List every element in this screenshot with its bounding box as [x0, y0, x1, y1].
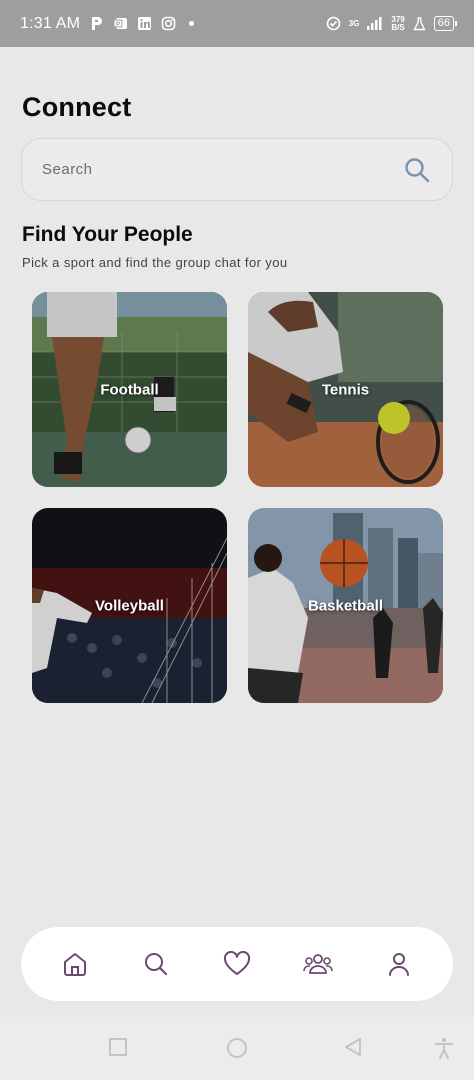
search-placeholder: Search — [42, 161, 93, 178]
powerpoint-app-icon: P — [113, 18, 128, 29]
heart-icon — [223, 951, 250, 975]
sport-card-label: Football — [100, 381, 159, 398]
status-left: 1:31 AM P — [20, 14, 195, 33]
group-icon — [302, 954, 333, 974]
bottom-nav — [21, 927, 453, 1001]
home-circle-icon — [227, 1038, 247, 1058]
instagram-app-icon — [161, 16, 176, 31]
nav-search[interactable] — [136, 944, 176, 984]
svg-text:P: P — [116, 22, 120, 28]
nav-groups[interactable] — [298, 944, 338, 984]
accessibility-button[interactable] — [434, 1037, 454, 1064]
back-button[interactable] — [343, 1037, 363, 1062]
pocket-app-icon — [92, 17, 103, 30]
search-icon — [145, 953, 168, 976]
nav-profile[interactable] — [379, 944, 419, 984]
network-speed-unit: B/S — [391, 22, 405, 32]
recent-apps-button[interactable] — [108, 1037, 128, 1062]
accessibility-icon — [435, 1037, 453, 1059]
sport-card-tennis[interactable]: Tennis — [248, 292, 443, 487]
page-title: Connect — [22, 92, 132, 122]
signal-bars-icon — [367, 17, 382, 30]
section-title: Find Your People — [22, 223, 193, 246]
section-subtitle: Pick a sport and find the group chat for… — [22, 255, 288, 270]
home-icon — [64, 953, 87, 976]
notification-dot-icon — [189, 21, 195, 26]
linkedin-app-icon — [138, 17, 152, 30]
user-icon — [388, 953, 409, 976]
status-time: 1:31 AM — [20, 14, 81, 32]
network-type-label: 3G — [348, 18, 360, 28]
status-right: 3G 379 B/S 66 — [326, 15, 458, 32]
sport-card-label: Tennis — [321, 381, 370, 398]
search-button[interactable] — [402, 155, 432, 185]
nav-home[interactable] — [55, 944, 95, 984]
status-bar: 1:31 AM P 3G 379 B/S 66 — [0, 0, 474, 47]
sport-card-label: Basketball — [307, 597, 384, 614]
sport-card-label: Volleyball — [95, 597, 164, 614]
network-speed: 379 B/S — [391, 15, 405, 32]
search-input[interactable]: Search — [21, 138, 453, 201]
sport-card-basketball[interactable]: Basketball — [248, 508, 443, 703]
battery-indicator: 66 — [433, 16, 458, 31]
sport-card-football[interactable]: Football — [32, 292, 227, 487]
nav-favorites[interactable] — [217, 944, 257, 984]
system-nav-bar — [0, 1017, 474, 1080]
back-icon — [345, 1038, 361, 1056]
recent-apps-icon — [109, 1038, 127, 1056]
lab-flask-icon — [413, 16, 426, 30]
search-icon — [405, 157, 430, 182]
data-saver-icon — [326, 16, 341, 31]
sport-card-volleyball[interactable]: Volleyball — [32, 508, 227, 703]
system-home-button[interactable] — [226, 1037, 248, 1064]
